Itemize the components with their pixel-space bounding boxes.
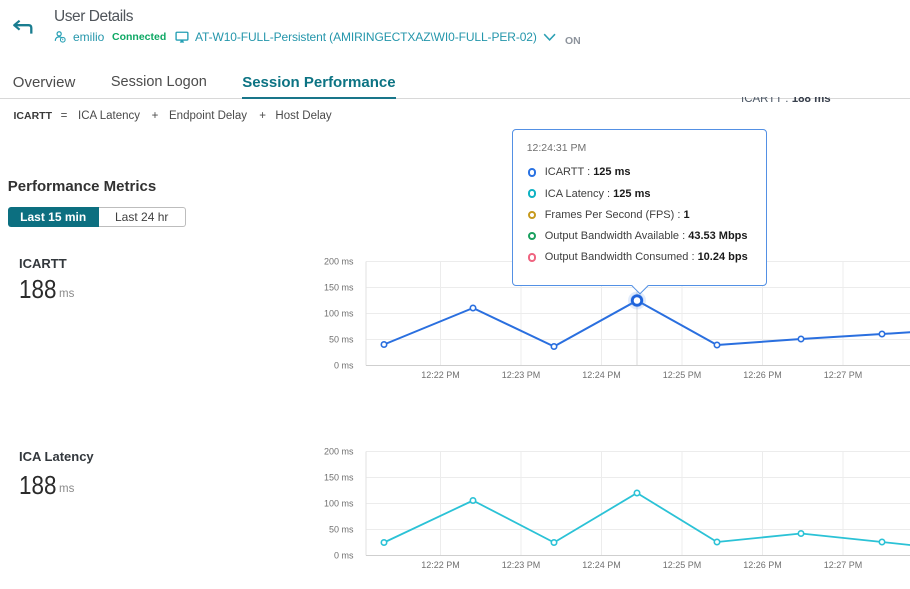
svg-text:12:24 PM: 12:24 PM — [582, 560, 621, 570]
svg-text:50 ms: 50 ms — [329, 335, 354, 345]
svg-text:50 ms: 50 ms — [329, 525, 354, 535]
svg-text:12:27 PM: 12:27 PM — [824, 370, 863, 380]
svg-text:12:25 PM: 12:25 PM — [663, 370, 702, 380]
svg-text:12:27 PM: 12:27 PM — [824, 560, 863, 570]
svg-text:200 ms: 200 ms — [324, 447, 354, 457]
svg-text:100 ms: 100 ms — [324, 309, 354, 319]
svg-text:0 ms: 0 ms — [334, 361, 354, 371]
svg-text:150 ms: 150 ms — [324, 473, 354, 483]
svg-text:12:26 PM: 12:26 PM — [743, 560, 782, 570]
svg-text:12:26 PM: 12:26 PM — [743, 370, 782, 380]
svg-text:12:22 PM: 12:22 PM — [421, 370, 460, 380]
svg-text:12:25 PM: 12:25 PM — [663, 560, 702, 570]
svg-text:12:24 PM: 12:24 PM — [582, 370, 621, 380]
svg-text:12:23 PM: 12:23 PM — [502, 370, 541, 380]
svg-text:12:23 PM: 12:23 PM — [502, 560, 541, 570]
svg-text:100 ms: 100 ms — [324, 499, 354, 509]
svg-text:0 ms: 0 ms — [334, 551, 354, 561]
svg-text:200 ms: 200 ms — [324, 257, 354, 267]
svg-text:150 ms: 150 ms — [324, 283, 354, 293]
svg-text:12:22 PM: 12:22 PM — [421, 560, 460, 570]
